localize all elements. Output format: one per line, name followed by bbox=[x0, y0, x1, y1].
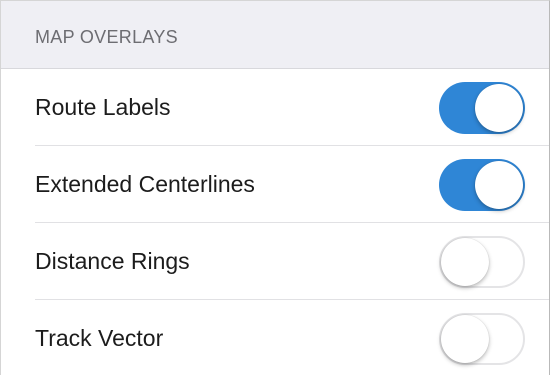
toggle-knob bbox=[475, 83, 523, 132]
toggle-knob bbox=[441, 314, 489, 363]
setting-row-distance-rings: Distance Rings bbox=[1, 223, 549, 300]
toggle-knob bbox=[475, 160, 523, 209]
setting-row-track-vector: Track Vector bbox=[1, 300, 549, 375]
setting-label: Route Labels bbox=[35, 94, 171, 120]
toggle-knob bbox=[441, 237, 489, 286]
setting-label: Distance Rings bbox=[35, 248, 190, 274]
setting-row-extended-centerlines: Extended Centerlines bbox=[1, 146, 549, 223]
route-labels-toggle[interactable] bbox=[439, 81, 525, 134]
setting-row-route-labels: Route Labels bbox=[1, 69, 549, 146]
extended-centerlines-toggle[interactable] bbox=[439, 158, 525, 211]
distance-rings-toggle[interactable] bbox=[439, 235, 525, 288]
track-vector-toggle[interactable] bbox=[439, 312, 525, 365]
setting-label: Track Vector bbox=[35, 325, 164, 351]
map-overlays-panel: MAP OVERLAYS Route Labels Extended Cente… bbox=[0, 0, 550, 375]
setting-label: Extended Centerlines bbox=[35, 171, 255, 197]
section-header: MAP OVERLAYS bbox=[1, 1, 549, 69]
